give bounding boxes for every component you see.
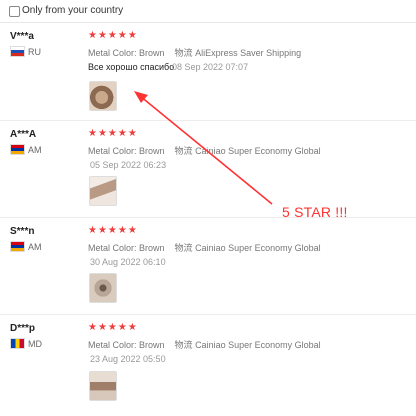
five-star-annotation: 5 STAR !!!: [282, 204, 348, 220]
arrow-line: [139, 95, 273, 205]
annotation-arrow: [134, 91, 273, 205]
